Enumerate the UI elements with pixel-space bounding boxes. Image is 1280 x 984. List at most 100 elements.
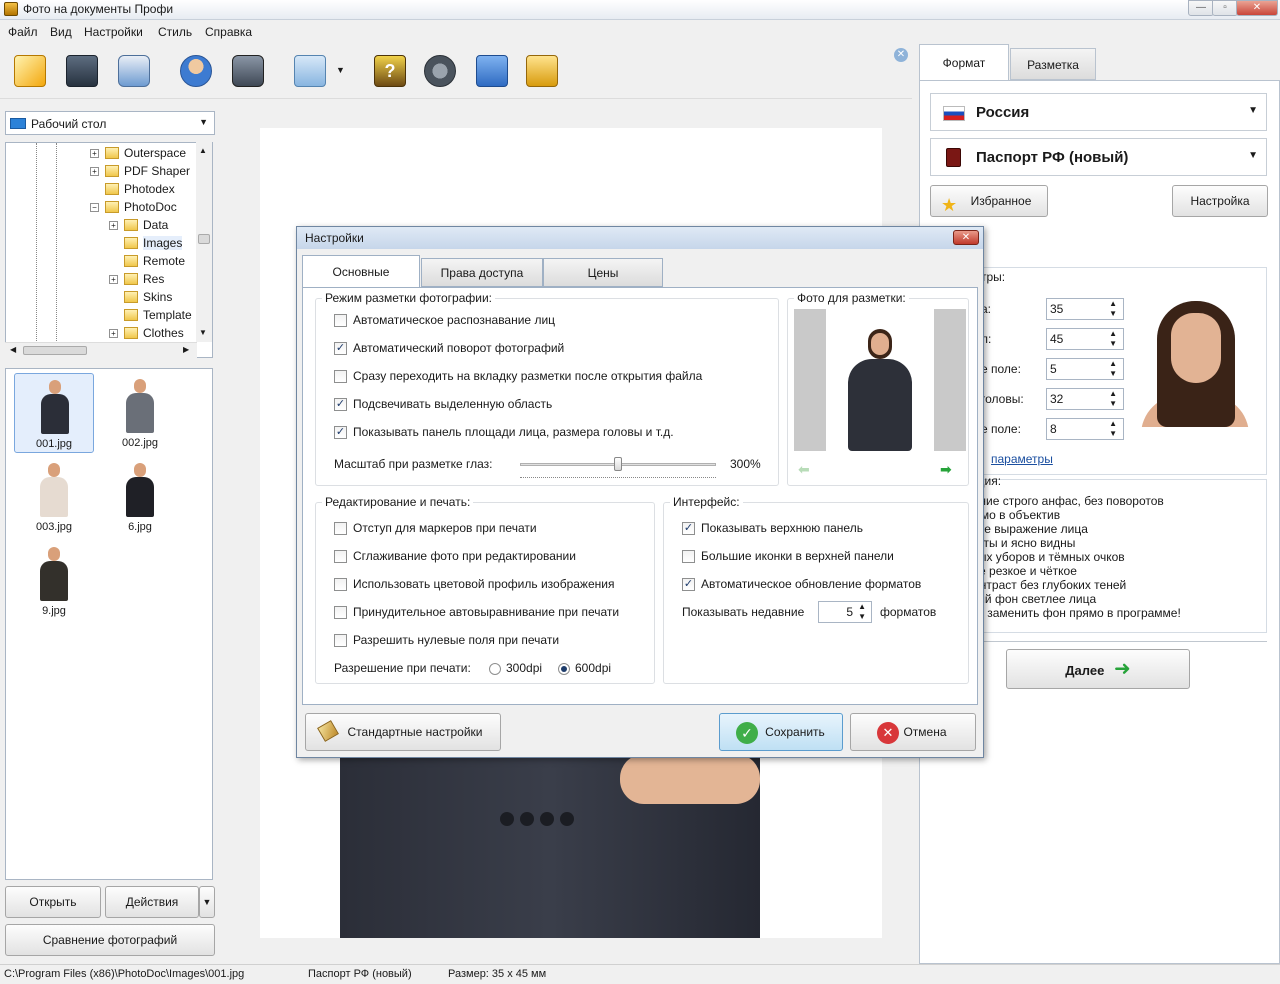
tree-item[interactable]: + Outerspace <box>90 144 186 162</box>
compare-photos-button[interactable]: Сравнение фотографий <box>5 924 215 956</box>
thumbnail[interactable]: 6.jpg <box>100 457 180 537</box>
zoom-slider-thumb[interactable] <box>614 457 622 471</box>
actions-dropdown-arrow[interactable]: ▼ <box>199 886 215 918</box>
checkbox-empty-icon[interactable] <box>682 549 695 563</box>
scroll-thumb[interactable] <box>198 234 210 244</box>
print-icon[interactable] <box>118 55 150 87</box>
scroll-thumb[interactable] <box>23 346 87 355</box>
expand-toggle-icon[interactable]: + <box>90 148 99 158</box>
expand-toggle-icon[interactable]: + <box>109 220 118 230</box>
editor-icon[interactable] <box>294 55 326 87</box>
menu-style[interactable]: Стиль <box>158 25 192 39</box>
next-button[interactable]: Далее ➜ <box>1006 649 1190 689</box>
spinner-arrows-icon[interactable]: ▲ ▼ <box>858 602 866 622</box>
checkbox-empty-icon[interactable] <box>334 633 347 647</box>
document-dropdown[interactable]: Паспорт РФ (новый) ▼ <box>930 138 1267 176</box>
option-checkbox[interactable]: ✓ Автоматическое обновление форматов <box>682 575 921 593</box>
thumbnail[interactable]: 9.jpg <box>14 541 94 621</box>
expand-toggle-icon[interactable]: + <box>109 274 118 284</box>
save-button[interactable]: ✓ Сохранить <box>719 713 843 751</box>
option-checkbox[interactable]: Разрешить нулевые поля при печати <box>334 631 559 649</box>
checkbox-empty-icon[interactable] <box>334 313 347 327</box>
menu-view[interactable]: Вид <box>50 25 72 39</box>
tree-horizontal-scrollbar[interactable]: ◀ ▶ <box>5 342 197 358</box>
close-window-button[interactable]: ✕ <box>1236 0 1278 16</box>
tree-item[interactable]: + Res <box>109 270 164 288</box>
option-checkbox[interactable]: Автоматическое распознавание лиц <box>334 311 555 329</box>
option-checkbox[interactable]: Принудительное автовыравнивание при печа… <box>334 603 619 621</box>
param-spinner[interactable]: 8 ▲ ▼ <box>1046 418 1124 440</box>
tree-item[interactable]: Photodex <box>90 180 175 198</box>
menu-help[interactable]: Справка <box>205 25 252 39</box>
home-icon[interactable] <box>476 55 508 87</box>
default-settings-button[interactable]: Стандартные настройки <box>305 713 501 751</box>
video-icon[interactable] <box>424 55 456 87</box>
checkbox-empty-icon[interactable] <box>334 521 347 535</box>
scroll-up-icon[interactable]: ▲ <box>199 146 207 155</box>
tab-format[interactable]: Формат <box>919 44 1009 80</box>
actions-button[interactable]: Действия <box>105 886 199 918</box>
prev-photo-icon[interactable]: ⬅ <box>798 461 810 478</box>
tree-item[interactable]: Remote <box>109 252 185 270</box>
checkbox-empty-icon[interactable] <box>334 605 347 619</box>
thumbnail[interactable]: 001.jpg <box>14 373 94 453</box>
close-panel-icon[interactable]: ✕ <box>894 48 908 62</box>
setup-button[interactable]: Настройка <box>1172 185 1268 217</box>
option-checkbox[interactable]: ✓ Подсвечивать выделенную область <box>334 395 552 413</box>
folder-dropdown[interactable]: Рабочий стол ▼ <box>5 111 215 135</box>
tree-item[interactable]: Template <box>109 306 192 324</box>
param-spinner[interactable]: 32 ▲ ▼ <box>1046 388 1124 410</box>
option-checkbox[interactable]: ✓ Показывать панель площади лица, размера… <box>334 423 674 441</box>
tab-general[interactable]: Основные <box>302 255 420 289</box>
expand-toggle-icon[interactable]: + <box>90 166 99 176</box>
tree-item[interactable]: + Clothes <box>109 324 184 342</box>
tree-item[interactable]: Images <box>109 234 183 252</box>
tree-item[interactable]: Skins <box>109 288 172 306</box>
favorites-button[interactable]: ★ Избранное <box>930 185 1048 217</box>
param-spinner[interactable]: 35 ▲ ▼ <box>1046 298 1124 320</box>
tab-access-rights[interactable]: Права доступа <box>421 258 543 287</box>
option-checkbox[interactable]: ✓ Показывать верхнюю панель <box>682 519 863 537</box>
option-checkbox[interactable]: Большие иконки в верхней панели <box>682 547 894 565</box>
tree-vertical-scrollbar[interactable]: ▲ ▼ <box>196 142 212 342</box>
chevron-down-icon[interactable]: ▼ <box>336 65 345 75</box>
thumbnail[interactable]: 002.jpg <box>100 373 180 453</box>
expand-toggle-icon[interactable]: − <box>90 202 99 212</box>
param-spinner[interactable]: 5 ▲ ▼ <box>1046 358 1124 380</box>
dialog-close-button[interactable]: ✕ <box>953 230 979 245</box>
checkbox-checked-icon[interactable]: ✓ <box>682 521 695 535</box>
checkbox-checked-icon[interactable]: ✓ <box>334 425 347 439</box>
user-icon[interactable] <box>180 55 212 87</box>
dpi-600-radio[interactable] <box>558 663 570 675</box>
help-icon[interactable]: ? <box>374 55 406 87</box>
scroll-right-icon[interactable]: ▶ <box>183 345 189 354</box>
country-dropdown[interactable]: Россия ▼ <box>930 93 1267 131</box>
minimize-button[interactable]: — <box>1188 0 1214 16</box>
option-checkbox[interactable]: Отступ для маркеров при печати <box>334 519 537 537</box>
expand-toggle-icon[interactable]: + <box>109 328 118 338</box>
more-params-link[interactable]: параметры <box>991 452 1053 466</box>
checkbox-checked-icon[interactable]: ✓ <box>682 577 695 591</box>
menu-file[interactable]: Файл <box>8 25 38 39</box>
open-icon[interactable] <box>14 55 46 87</box>
cancel-button[interactable]: ✕ Отмена <box>850 713 976 751</box>
tree-item[interactable]: + Data <box>109 216 168 234</box>
camera-icon[interactable] <box>232 55 264 87</box>
checkbox-empty-icon[interactable] <box>334 369 347 383</box>
checkbox-empty-icon[interactable] <box>334 577 347 591</box>
option-checkbox[interactable]: Использовать цветовой профиль изображени… <box>334 575 614 593</box>
recent-spinner[interactable]: 5 ▲ ▼ <box>818 601 872 623</box>
menu-settings[interactable]: Настройки <box>84 25 143 39</box>
checkbox-empty-icon[interactable] <box>334 549 347 563</box>
tab-markup[interactable]: Разметка <box>1010 48 1096 80</box>
option-checkbox[interactable]: ✓ Автоматический поворот фотографий <box>334 339 564 357</box>
checkbox-checked-icon[interactable]: ✓ <box>334 341 347 355</box>
checkbox-checked-icon[interactable]: ✓ <box>334 397 347 411</box>
option-checkbox[interactable]: Сглаживание фото при редактировании <box>334 547 576 565</box>
save-icon[interactable] <box>66 55 98 87</box>
tree-item[interactable]: − PhotoDoc <box>90 198 177 216</box>
open-button[interactable]: Открыть <box>5 886 101 918</box>
scroll-left-icon[interactable]: ◀ <box>10 345 16 354</box>
option-checkbox[interactable]: Сразу переходить на вкладку разметки пос… <box>334 367 702 385</box>
tree-item[interactable]: + PDF Shaper <box>90 162 190 180</box>
